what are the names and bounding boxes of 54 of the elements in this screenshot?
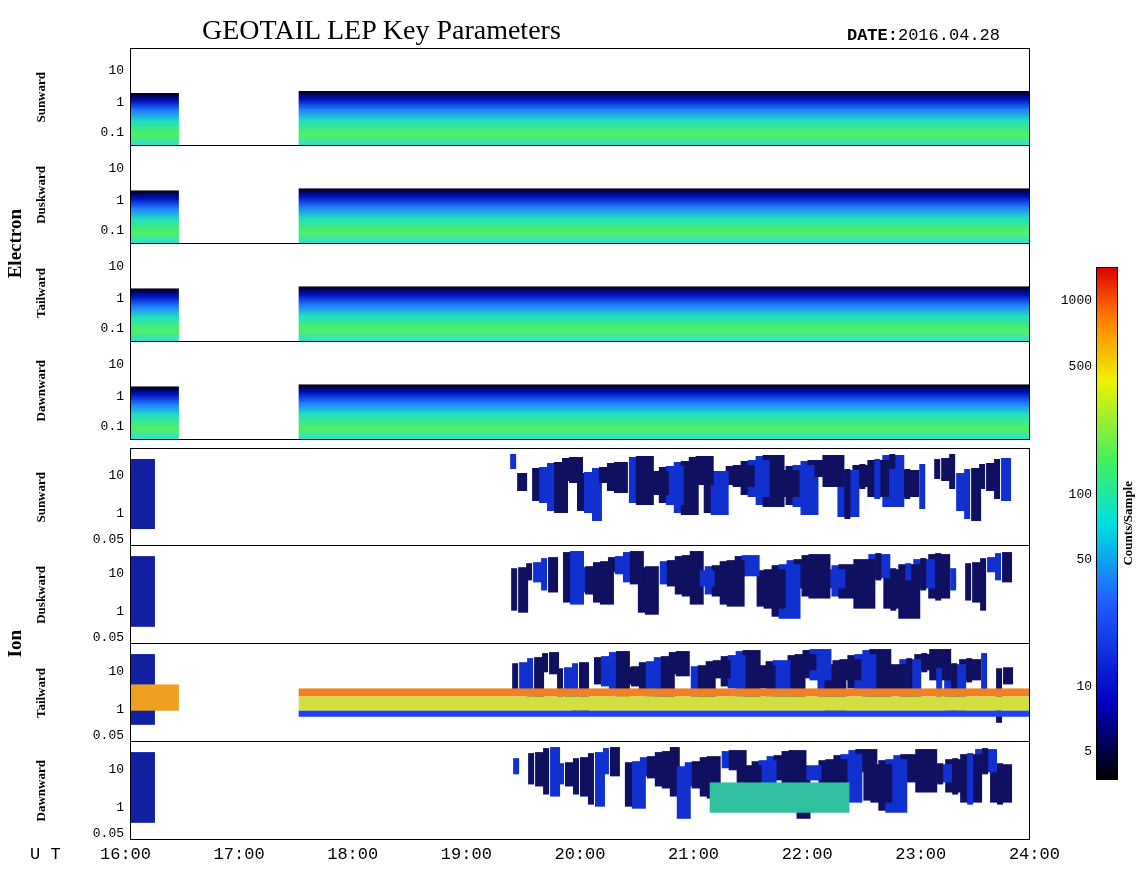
y-tick-label: 1 — [116, 291, 124, 305]
chart-title: GEOTAIL LEP Key Parameters — [202, 16, 561, 44]
y-tick-label: 0.1 — [100, 321, 124, 335]
panel-label: Sunward — [32, 471, 50, 523]
y-tick-label: 10 — [108, 161, 124, 175]
y-tick-label: 10 — [108, 357, 124, 371]
y-tick-label: 10 — [108, 762, 124, 776]
y-tick-label: 0.05 — [92, 826, 124, 840]
y-tick-label: 1 — [116, 702, 124, 716]
panel-label: Dawnward — [32, 360, 50, 422]
color-scale-label: Counts/Sample — [1119, 481, 1137, 566]
x-tick-label: 24:00 — [1008, 844, 1060, 867]
x-tick-label: 17:00 — [213, 844, 265, 867]
panel-label: Tailward — [32, 267, 50, 319]
y-tick-label: 0.05 — [92, 630, 124, 644]
x-axis-label: U T — [29, 844, 62, 867]
y-tick-label: 10 — [108, 664, 124, 678]
y-tick-label: 0.1 — [100, 125, 124, 139]
panel-label: Dawnward — [32, 760, 50, 822]
panel-label: Tailward — [32, 667, 50, 719]
y-tick-label: 1 — [116, 95, 124, 109]
color-scale-tick: 500 — [1068, 359, 1092, 373]
group-label: Electron — [2, 209, 26, 279]
date-label: DATE: — [846, 27, 898, 44]
y-tick-label: 0.05 — [92, 728, 124, 742]
y-tick-label: 10 — [108, 63, 124, 77]
x-tick-label: 19:00 — [440, 844, 492, 867]
y-tick-label: 10 — [108, 468, 124, 482]
y-tick-label: 0.1 — [100, 223, 124, 237]
y-tick-label: 1 — [116, 800, 124, 814]
y-tick-label: 1 — [116, 506, 124, 520]
color-scale-tick: 100 — [1068, 487, 1092, 501]
color-scale-tick: 5 — [1084, 744, 1092, 758]
y-tick-label: 1 — [116, 389, 124, 403]
color-scale-tick: 50 — [1076, 552, 1092, 566]
x-tick-label: 21:00 — [668, 844, 720, 867]
color-scale-tick: 1000 — [1060, 293, 1092, 307]
group-label: Ion — [2, 630, 26, 658]
date-value: 2016.04.28 — [897, 27, 1000, 44]
y-tick-label: 10 — [108, 259, 124, 273]
y-tick-label: 0.05 — [92, 532, 124, 546]
y-tick-label: 0.1 — [100, 419, 124, 433]
color-scale-tick: 10 — [1076, 679, 1092, 693]
y-tick-label: 1 — [116, 193, 124, 207]
y-tick-label: 10 — [108, 566, 124, 580]
panel-label: Duskward — [32, 166, 50, 224]
x-tick-label: 22:00 — [781, 844, 833, 867]
x-tick-label: 18:00 — [327, 844, 379, 867]
panel-label: Sunward — [32, 71, 50, 123]
x-tick-label: 16:00 — [100, 844, 151, 867]
panel-label: Duskward — [32, 566, 50, 624]
x-tick-label: 23:00 — [895, 844, 947, 867]
x-tick-label: 20:00 — [554, 844, 606, 867]
y-tick-label: 1 — [116, 604, 124, 618]
